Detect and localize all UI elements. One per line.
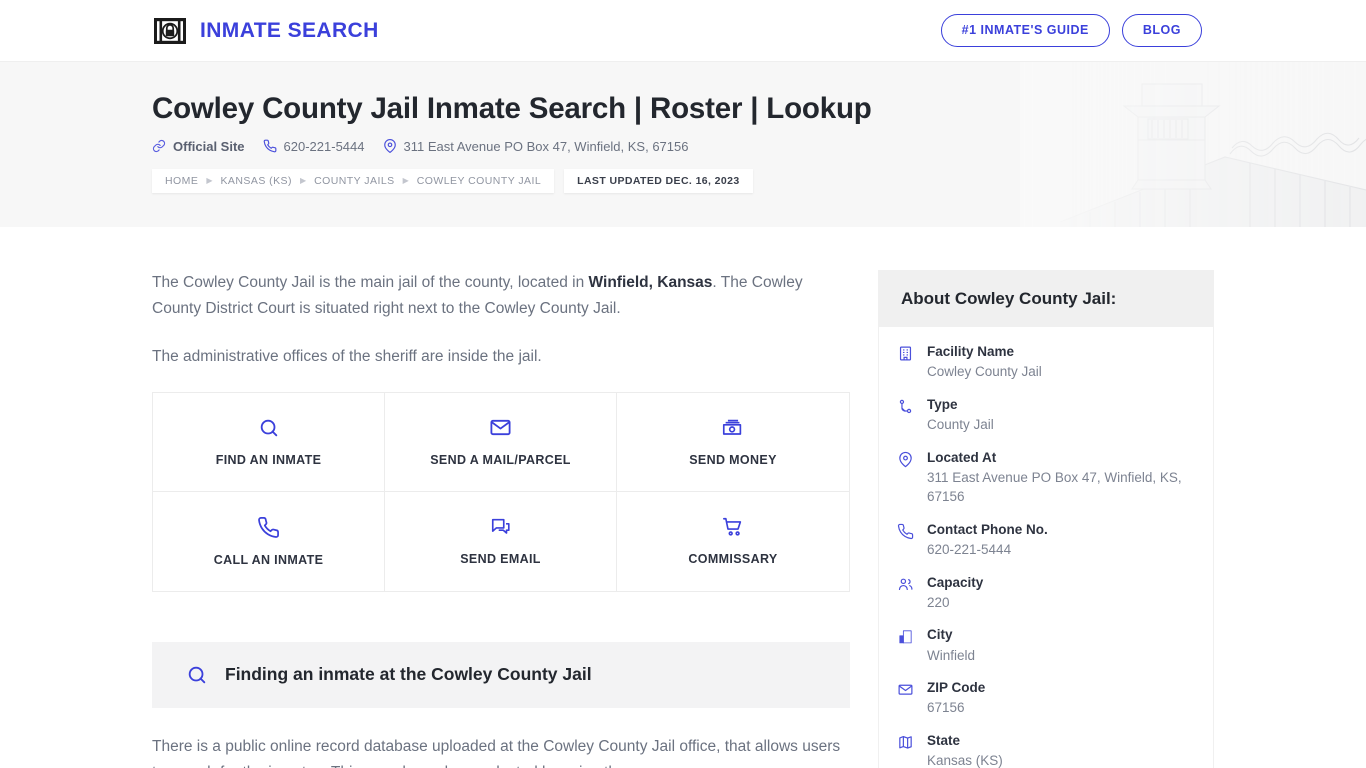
people-icon <box>897 574 916 593</box>
zip-code-value: 67156 <box>927 700 965 716</box>
chat-bubbles-icon <box>490 516 512 538</box>
last-updated-badge: LAST UPDATED DEC. 16, 2023 <box>564 168 753 193</box>
send-email-label: SEND EMAIL <box>460 552 541 567</box>
hero-address-text: 311 East Avenue PO Box 47, Winfield, KS,… <box>403 138 689 154</box>
about-facility-card: About Cowley County Jail: Facility Name … <box>878 270 1214 768</box>
phone-icon <box>897 521 916 540</box>
shopping-cart-icon <box>722 516 744 538</box>
network-node-icon <box>897 396 916 415</box>
about-facility-rows: Facility Name Cowley County Jail Type Co… <box>879 327 1213 768</box>
capacity-row: Capacity 220 <box>897 574 1191 613</box>
hero-phone-text: 620-221-5444 <box>283 138 365 154</box>
breadcrumb-separator-icon: ▶ <box>299 176 307 186</box>
zip-code-row: ZIP Code 67156 <box>897 679 1191 718</box>
capacity-label: Capacity <box>927 574 984 590</box>
type-row: Type County Jail <box>897 396 1191 435</box>
finding-inmate-section-heading: Finding an inmate at the Cowley County J… <box>152 641 850 708</box>
send-mail-parcel-label: SEND A MAIL/PARCEL <box>430 453 571 468</box>
envelope-icon <box>897 679 916 698</box>
envelope-icon <box>489 416 512 439</box>
finding-inmate-paragraph: There is a public online record database… <box>152 737 841 768</box>
city-icon <box>897 626 916 645</box>
search-icon <box>186 664 208 686</box>
find-an-inmate-label: FIND AN INMATE <box>215 452 322 467</box>
state-row: State Kansas (KS) <box>897 732 1191 768</box>
find-an-inmate-card[interactable]: FIND AN INMATE <box>153 392 385 492</box>
located-at-value: 311 East Avenue PO Box 47, Winfield, KS,… <box>927 469 1182 505</box>
brand-logo-link[interactable]: INMATE SEARCH <box>152 13 379 49</box>
breadcrumb-item-home[interactable]: HOME <box>165 175 198 187</box>
zip-code-label: ZIP Code <box>927 680 986 696</box>
send-mail-parcel-card[interactable]: SEND A MAIL/PARCEL <box>385 392 617 492</box>
facility-name-value: Cowley County Jail <box>927 364 1042 380</box>
hero-phone[interactable]: 620-221-5444 <box>263 139 365 154</box>
phone-icon <box>257 516 280 539</box>
breadcrumb-item-county-jails[interactable]: COUNTY JAILS <box>314 175 394 187</box>
hero-address: 311 East Avenue PO Box 47, Winfield, KS,… <box>383 138 689 154</box>
location-pin-icon <box>897 449 916 468</box>
contact-phone-label: Contact Phone No. <box>927 521 1048 537</box>
quick-actions-grid: FIND AN INMATE SEND A MAIL/PARCEL SEND M… <box>152 391 850 592</box>
breadcrumb: HOME ▶ KANSAS (KS) ▶ COUNTY JAILS ▶ COWL… <box>152 168 1366 193</box>
content-wrapper: The Cowley County Jail is the main jail … <box>0 227 1366 768</box>
about-facility-title: About Cowley County Jail: <box>879 271 1213 327</box>
top-navigation-bar: INMATE SEARCH #1 INMATE'S GUIDE BLOG <box>0 0 1366 61</box>
city-value: Winfield <box>927 647 976 663</box>
contact-phone-row: Contact Phone No. 620-221-5444 <box>897 521 1191 560</box>
intro-paragraph-location: Winfield, Kansas <box>588 274 713 291</box>
send-email-card[interactable]: SEND EMAIL <box>385 491 617 591</box>
main-column: The Cowley County Jail is the main jail … <box>152 270 850 768</box>
official-site-label: Official Site <box>173 138 245 154</box>
nav-actions: #1 INMATE'S GUIDE BLOG <box>940 14 1202 47</box>
link-icon <box>152 139 166 153</box>
type-label: Type <box>927 396 958 412</box>
send-money-label: SEND MONEY <box>689 452 777 467</box>
section-heading-title: Finding an inmate at the Cowley County J… <box>225 664 592 685</box>
state-label: State <box>927 733 961 749</box>
sheriff-offices-paragraph: The administrative offices of the sherif… <box>152 347 542 365</box>
map-icon <box>897 732 916 751</box>
search-icon <box>258 417 280 439</box>
phone-icon <box>263 139 277 153</box>
type-value: County Jail <box>927 417 994 432</box>
call-an-inmate-label: CALL AN INMATE <box>213 552 324 567</box>
brand-name: INMATE SEARCH <box>200 18 379 42</box>
breadcrumb-separator-icon: ▶ <box>402 176 409 186</box>
city-label: City <box>927 627 953 643</box>
intro-paragraph-part-1: The Cowley County Jail is the main jail … <box>152 274 589 291</box>
commissary-card[interactable]: COMMISSARY <box>617 491 849 591</box>
capacity-value: 220 <box>927 594 950 610</box>
money-icon <box>721 417 745 439</box>
contact-phone-value: 620-221-5444 <box>927 542 1012 558</box>
breadcrumb-item-cowley-county-jail[interactable]: COWLEY COUNTY JAIL <box>417 175 541 187</box>
location-pin-icon <box>383 139 397 154</box>
page-title: Cowley County Jail Inmate Search | Roste… <box>152 92 872 125</box>
commissary-label: COMMISSARY <box>688 552 778 567</box>
located-at-label: Located At <box>927 449 997 465</box>
facility-name-label: Facility Name <box>927 344 1015 359</box>
breadcrumb-item-kansas[interactable]: KANSAS (KS) <box>220 175 291 187</box>
sidebar-column: About Cowley County Jail: Facility Name … <box>878 270 1214 768</box>
send-money-card[interactable]: SEND MONEY <box>617 392 849 492</box>
inmates-guide-button[interactable]: #1 INMATE'S GUIDE <box>940 14 1110 47</box>
located-at-row: Located At 311 East Avenue PO Box 47, Wi… <box>897 449 1191 507</box>
hero-meta-row: Official Site 620-221-5444 311 East Aven… <box>152 139 1366 154</box>
jail-padlock-icon <box>152 13 188 49</box>
building-icon <box>897 343 916 362</box>
city-row: City Winfield <box>897 626 1191 665</box>
breadcrumb-separator-icon: ▶ <box>206 176 213 186</box>
facility-name-row: Facility Name Cowley County Jail <box>897 343 1191 382</box>
hero-section: Cowley County Jail Inmate Search | Roste… <box>0 61 1366 227</box>
intro-paragraph: The Cowley County Jail is the main jail … <box>152 270 850 322</box>
call-an-inmate-card[interactable]: CALL AN INMATE <box>153 491 385 591</box>
breadcrumb-trail: HOME ▶ KANSAS (KS) ▶ COUNTY JAILS ▶ COWL… <box>152 168 555 193</box>
state-value: Kansas (KS) <box>927 753 1003 768</box>
blog-button[interactable]: BLOG <box>1121 14 1202 47</box>
official-site-link[interactable]: Official Site <box>152 139 245 154</box>
